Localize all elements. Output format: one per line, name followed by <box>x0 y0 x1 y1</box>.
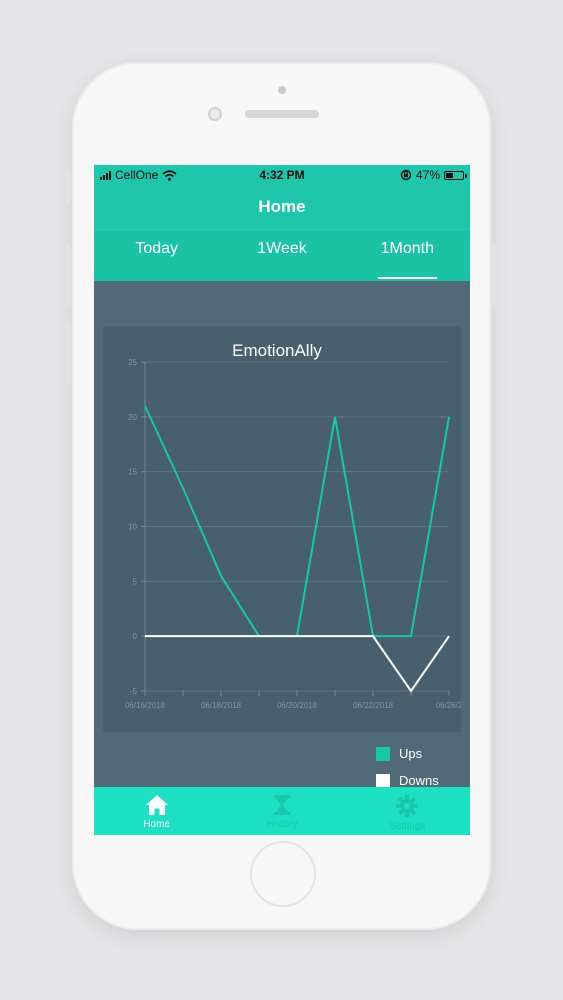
legend-label-ups: Ups <box>399 746 423 761</box>
legend-item-downs: Downs <box>376 773 439 788</box>
mute-switch <box>66 170 71 204</box>
y-tick-label: 25 <box>128 358 137 367</box>
bottom-tab-bar: Home History Settings <box>94 787 470 835</box>
status-bar: CellOne 4:32 PM 47% <box>94 165 470 185</box>
page-title: Home <box>94 185 470 229</box>
tab-today[interactable]: Today <box>94 230 219 281</box>
tab-1week[interactable]: 1Week <box>219 230 344 281</box>
tab-bar-settings[interactable]: Settings <box>345 787 470 835</box>
tab-bar-home-label: Home <box>143 819 170 830</box>
x-tick-label: 06/16/2018 <box>125 701 166 710</box>
tab-bar-settings-label: Settings <box>389 821 426 832</box>
legend-swatch-ups <box>376 746 390 761</box>
x-tick-label: 06/18/2018 <box>201 701 242 710</box>
volume-up-button <box>66 244 71 306</box>
home-hardware-button[interactable] <box>250 841 316 907</box>
proximity-sensor <box>278 86 286 94</box>
y-tick-label: 0 <box>133 632 138 641</box>
line-chart: EmotionAlly -5 0 5 10 15 20 25 06/16/2018 06/18/2… <box>125 341 461 710</box>
home-icon <box>145 795 168 815</box>
chart-card: EmotionAlly -5 0 5 10 15 20 25 06/16/2018 06/18/2… <box>103 326 461 732</box>
tab-bar-home[interactable]: Home <box>94 787 219 835</box>
legend-label-downs: Downs <box>399 773 439 788</box>
series-line-downs <box>145 635 450 693</box>
battery-icon <box>444 170 467 180</box>
y-tick-label: 5 <box>133 577 138 586</box>
y-tick-label: 20 <box>128 413 137 422</box>
legend-item-ups: Ups <box>376 746 439 761</box>
orientation-lock-icon <box>400 169 412 181</box>
period-tabs: Today 1Week 1Month <box>94 229 470 281</box>
chart-title: EmotionAlly <box>232 341 322 360</box>
front-camera <box>208 107 222 121</box>
x-tick-label: 06/20/2018 <box>277 701 318 710</box>
x-tick-label: 06/22/2018 <box>353 701 394 710</box>
y-tick-label: -5 <box>130 687 138 696</box>
app-screen: CellOne 4:32 PM 47% Home Today 1Week 1Mo… <box>94 165 470 835</box>
gear-icon <box>396 795 419 817</box>
tab-1month[interactable]: 1Month <box>345 230 470 281</box>
legend-swatch-downs <box>376 773 390 788</box>
hourglass-icon <box>273 795 290 815</box>
y-tick-label: 15 <box>128 468 137 477</box>
volume-down-button <box>66 322 71 384</box>
battery-percent: 47% <box>415 168 440 182</box>
earpiece-speaker <box>245 110 319 118</box>
power-button <box>492 244 497 306</box>
y-tick-label: 10 <box>128 523 137 532</box>
main-content: EmotionAlly -5 0 5 10 15 20 25 06/16/2018 06/18/2… <box>94 281 470 788</box>
tab-bar-history-label: History <box>266 819 298 830</box>
series-line-ups <box>144 405 450 638</box>
x-tick-label: 06/26/2 <box>436 701 461 710</box>
tab-bar-history[interactable]: History <box>219 787 344 835</box>
